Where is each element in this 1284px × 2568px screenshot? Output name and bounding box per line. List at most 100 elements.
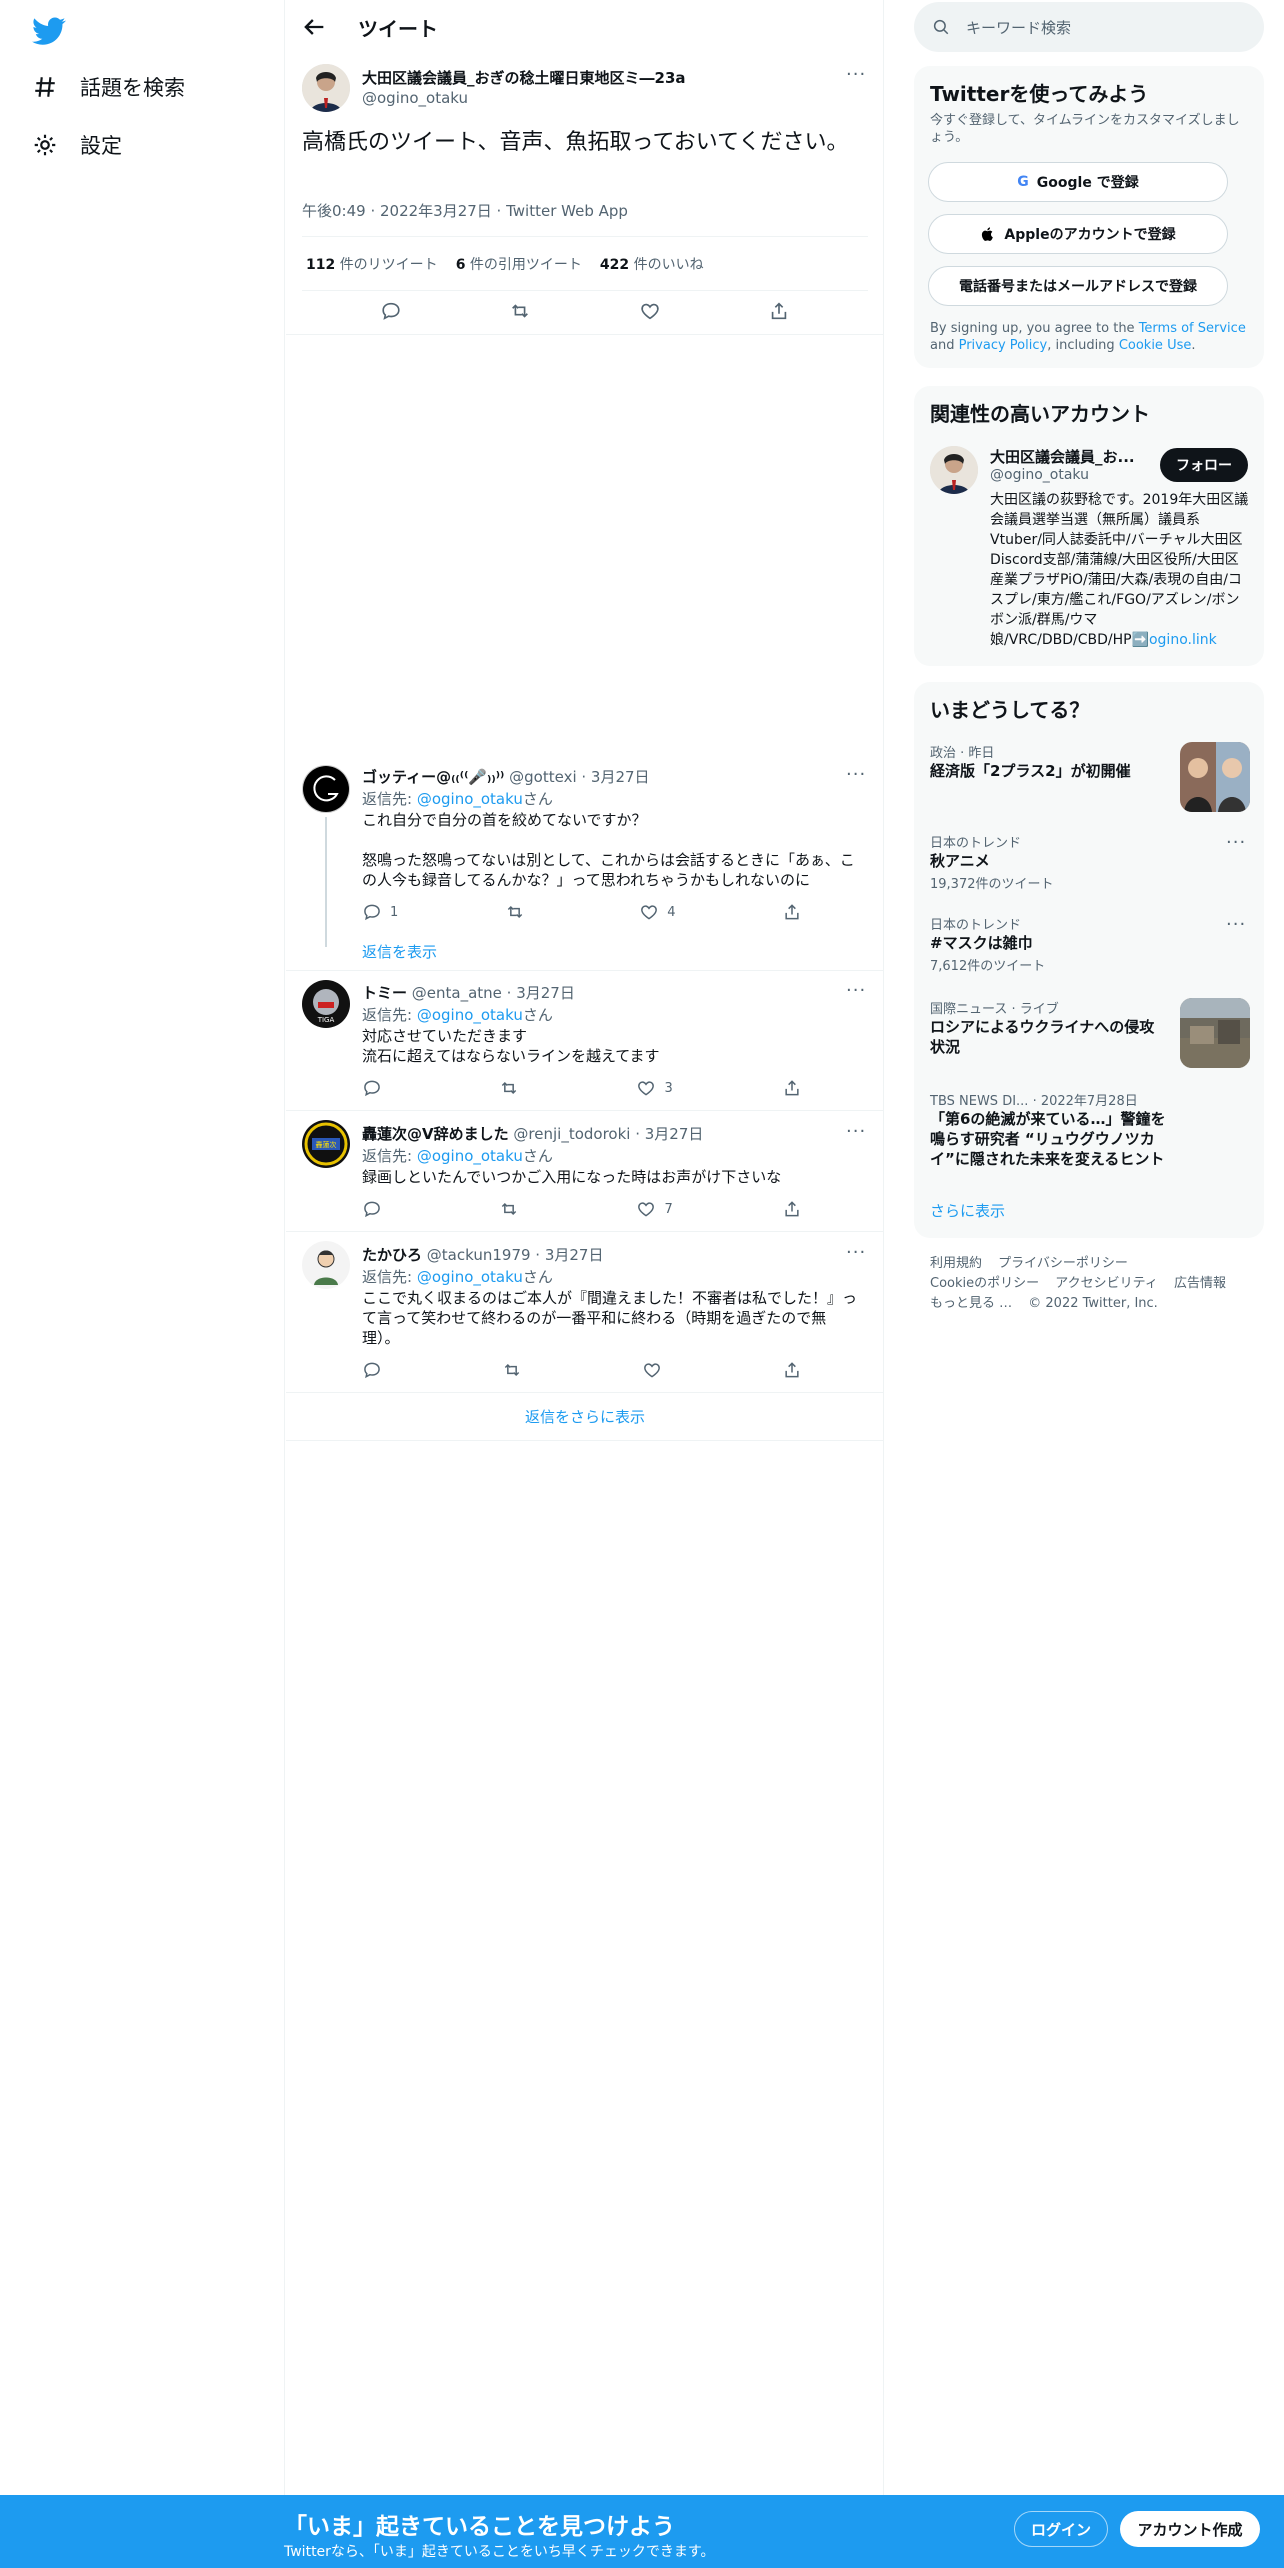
more-options-icon[interactable]: ··· — [1226, 914, 1246, 935]
show-more-trends-link[interactable]: さらに表示 — [930, 1200, 1005, 1221]
retweet-button[interactable] — [502, 1360, 530, 1380]
create-account-button[interactable]: アカウント作成 — [1120, 2511, 1260, 2547]
follow-button[interactable]: フォロー — [1160, 448, 1248, 482]
related-bio: 大田区議の荻野稔です。2019年大田区議会議員選挙当選（無所属）議員系Vtube… — [990, 492, 1249, 648]
trend-item[interactable]: 日本のトレンド 秋アニメ 19,372件のツイート — [930, 832, 1250, 892]
reply-actions: 1 4 — [362, 902, 802, 922]
share-button[interactable] — [782, 1199, 802, 1219]
nav-settings[interactable]: 設定 — [32, 130, 122, 160]
reply-header[interactable]: ゴッティー@₍₍⁽⁽🎤₎₎⁾⁾ @gottexi · 3月27日 — [362, 766, 650, 787]
google-signup-button[interactable]: G Google で登録 — [928, 162, 1228, 202]
like-icon[interactable] — [639, 300, 661, 322]
trend-thumbnail — [1180, 742, 1250, 812]
reply-to: 返信先: @ogino_otakuさん — [362, 790, 553, 808]
page-title: ツイート — [358, 17, 438, 41]
author-name[interactable]: 大田区議会議員_おぎの稔土曜日東地区ミ―23a — [362, 67, 686, 88]
reply-to: 返信先: @ogino_otakuさん — [362, 1006, 553, 1024]
footer-cookie[interactable]: Cookieのポリシー — [930, 1276, 1039, 1291]
share-icon[interactable] — [768, 300, 790, 322]
retweet-button[interactable] — [499, 1199, 527, 1219]
footer-terms[interactable]: 利用規約 — [930, 1256, 982, 1271]
nav-explore[interactable]: 話題を検索 — [32, 72, 185, 102]
more-options-icon[interactable]: ··· — [1226, 832, 1246, 853]
divider — [286, 1392, 884, 1393]
reply-icon[interactable] — [380, 300, 402, 322]
like-button[interactable]: 4 — [639, 902, 676, 922]
divider — [302, 290, 868, 291]
share-button[interactable] — [782, 1078, 802, 1098]
footer-privacy[interactable]: プライバシーポリシー — [998, 1256, 1128, 1271]
svg-text:轟蓮次: 轟蓮次 — [316, 1140, 337, 1149]
footer-copyright: © 2022 Twitter, Inc. — [1028, 1296, 1158, 1311]
login-button[interactable]: ログイン — [1014, 2511, 1108, 2547]
reply-to: 返信先: @ogino_otakuさん — [362, 1147, 553, 1165]
related-title: 関連性の高いアカウント — [930, 402, 1150, 426]
trend-item[interactable]: TBS NEWS DI... · 2022年7月28日 「第6の絶滅が来ている…… — [930, 1090, 1250, 1169]
author-avatar[interactable] — [302, 64, 350, 112]
likes-stat[interactable]: 422 件のいいね — [600, 254, 704, 274]
reply-button[interactable]: 1 — [362, 902, 398, 922]
reply-header[interactable]: たかひろ @tackun1979 · 3月27日 — [362, 1244, 603, 1265]
related-name[interactable]: 大田区議会議員_お... — [990, 446, 1135, 467]
share-button[interactable] — [782, 902, 802, 922]
retweet-button[interactable] — [505, 902, 533, 922]
footer-accessibility[interactable]: アクセシビリティ — [1055, 1276, 1158, 1291]
signup-panel: Twitterを使ってみよう 今すぐ登録して、タイムラインをカスタマイズしましょ… — [914, 66, 1264, 368]
related-accounts-panel: 関連性の高いアカウント 大田区議会議員_お... @ogino_otaku フォ… — [914, 386, 1264, 666]
reply-avatar[interactable] — [302, 1241, 350, 1289]
reply-avatar[interactable]: 轟蓮次 — [302, 1120, 350, 1168]
bottom-bar-subtitle: Twitterなら、「いま」起きていることをいち早くチェックできます。 — [284, 2544, 715, 2560]
show-more-replies-link[interactable]: 返信をさらに表示 — [286, 1406, 884, 1427]
like-button[interactable]: 3 — [636, 1078, 673, 1098]
quotes-stat[interactable]: 6 件の引用ツイート — [456, 254, 582, 274]
more-options-icon[interactable]: ··· — [846, 980, 866, 1001]
reply-text-line: 怒鳴った怒鳴ってないは別として、これからは会話するときに「あぁ、この人今も録音し… — [362, 851, 855, 889]
share-icon — [785, 1080, 799, 1096]
back-arrow-icon[interactable] — [300, 13, 328, 41]
author-handle[interactable]: @ogino_otaku — [362, 89, 468, 107]
footer-more[interactable]: もっと見る … — [930, 1296, 1012, 1311]
like-button[interactable] — [642, 1360, 670, 1380]
reply-text-line: 対応させていただきます — [362, 1027, 528, 1045]
apple-signup-button[interactable]: Appleのアカウントで登録 — [928, 214, 1228, 254]
trends-title: いまどうしてる？ — [930, 698, 1090, 722]
footer-ads[interactable]: 広告情報 — [1174, 1276, 1226, 1291]
reply-button[interactable] — [362, 1199, 390, 1219]
reply-button[interactable] — [362, 1078, 390, 1098]
retweet-button[interactable] — [499, 1078, 527, 1098]
like-button[interactable]: 7 — [636, 1199, 673, 1219]
twitter-bird-icon[interactable] — [32, 14, 66, 48]
reply-icon — [364, 1362, 380, 1379]
reply-avatar[interactable]: TIGA — [302, 980, 350, 1028]
reply-button[interactable] — [362, 1360, 390, 1380]
more-options-icon[interactable]: ··· — [846, 764, 866, 785]
retweet-icon[interactable] — [509, 300, 531, 322]
google-icon: G — [1017, 174, 1029, 190]
related-handle[interactable]: @ogino_otaku — [990, 467, 1089, 483]
terms-link[interactable]: Terms of Service — [1139, 321, 1246, 336]
trend-item[interactable]: 日本のトレンド #マスクは雑巾 7,612件のツイート — [930, 914, 1250, 974]
bio-link[interactable]: ➡️ogino.link — [1132, 632, 1217, 648]
cookie-link[interactable]: Cookie Use — [1119, 338, 1192, 353]
related-avatar[interactable] — [930, 446, 978, 494]
show-replies-link[interactable]: 返信を表示 — [362, 941, 437, 962]
email-signup-button[interactable]: 電話番号またはメールアドレスで登録 — [928, 266, 1228, 306]
hashtag-icon — [35, 77, 55, 97]
search-input[interactable]: キーワード検索 — [914, 2, 1264, 52]
bottom-bar-title: 「いま」起きていることを見つけよう — [284, 2514, 675, 2540]
share-icon — [785, 1362, 799, 1378]
reply-avatar[interactable] — [302, 765, 350, 813]
share-button[interactable] — [782, 1360, 802, 1380]
more-options-icon[interactable]: ··· — [846, 64, 866, 85]
privacy-link[interactable]: Privacy Policy — [959, 338, 1048, 353]
divider — [286, 1110, 884, 1111]
main-tweet-actions — [286, 300, 884, 322]
reply-to: 返信先: @ogino_otakuさん — [362, 1268, 553, 1286]
reply-header[interactable]: 轟蓮次@V辞めました @renji_todoroki · 3月27日 — [362, 1123, 703, 1144]
tweet-stats: 112 件のリツイート 6 件の引用ツイート 422 件のいいね — [306, 254, 704, 274]
more-options-icon[interactable]: ··· — [846, 1242, 866, 1263]
reply-header[interactable]: トミー @enta_atne · 3月27日 — [362, 982, 575, 1003]
retweets-stat[interactable]: 112 件のリツイート — [306, 254, 438, 274]
more-options-icon[interactable]: ··· — [846, 1121, 866, 1142]
tweet-meta[interactable]: 午後0:49 · 2022年3月27日 · Twitter Web App — [302, 200, 628, 221]
